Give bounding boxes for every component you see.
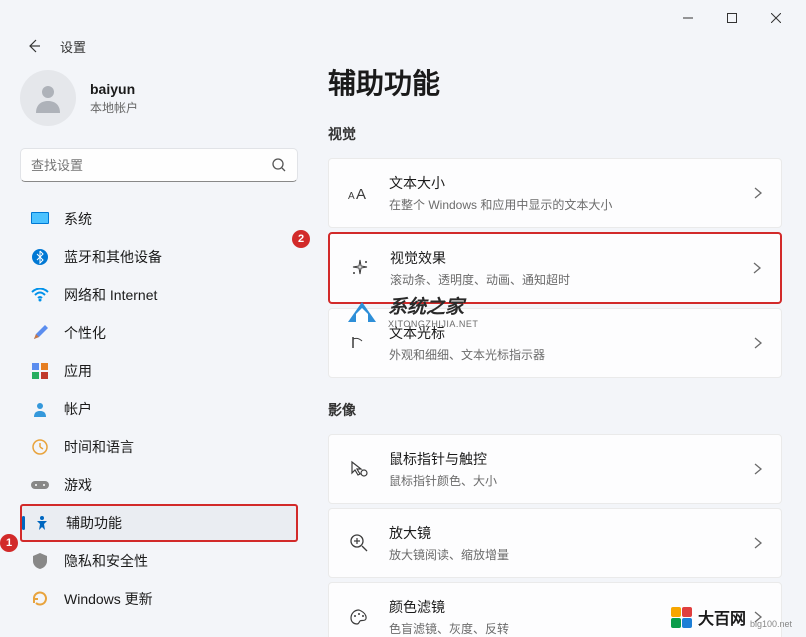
maximize-button[interactable]	[710, 3, 754, 33]
card-mouse-pointer[interactable]: 鼠标指针与触控 鼠标指针颜色、大小	[328, 434, 782, 504]
close-button[interactable]	[754, 3, 798, 33]
app-title: 设置	[60, 37, 86, 56]
sidebar-item-accessibility[interactable]: 辅助功能	[20, 504, 298, 542]
chevron-right-icon	[751, 186, 765, 200]
nav-label: 游戏	[64, 475, 92, 495]
text-size-icon: AA	[345, 179, 373, 207]
page-title: 辅助功能	[328, 62, 782, 102]
mouse-icon	[345, 455, 373, 483]
card-title: 视觉效果	[390, 248, 750, 268]
nav-label: 系统	[64, 209, 92, 229]
footer-logo: 大百网 big100.net	[671, 605, 792, 629]
chevron-right-icon	[751, 462, 765, 476]
sidebar-item-bluetooth[interactable]: 蓝牙和其他设备	[20, 238, 298, 276]
system-icon	[30, 209, 50, 229]
nav-list: 系统 蓝牙和其他设备 网络和 Internet 个性化 应用 帐户	[20, 200, 298, 637]
user-type: 本地帐户	[90, 99, 138, 116]
bluetooth-icon	[30, 247, 50, 267]
sidebar-item-privacy[interactable]: 隐私和安全性	[20, 542, 298, 580]
section-image: 影像	[328, 400, 782, 420]
sidebar-item-update[interactable]: Windows 更新	[20, 580, 298, 618]
apps-icon	[30, 361, 50, 381]
nav-label: 隐私和安全性	[64, 551, 148, 571]
card-desc: 外观和细细、文本光标指示器	[389, 346, 751, 363]
nav-label: 辅助功能	[66, 513, 122, 533]
annotation-badge-2: 2	[292, 230, 310, 248]
card-text-cursor[interactable]: 文本光标 外观和细细、文本光标指示器	[328, 308, 782, 378]
card-visual-effects[interactable]: 视觉效果 滚动条、透明度、动画、通知超时	[328, 232, 782, 304]
svg-text:A: A	[356, 186, 366, 201]
minimize-button[interactable]	[666, 3, 710, 33]
palette-icon	[345, 603, 373, 631]
footer-url: big100.net	[750, 619, 792, 629]
sidebar: 1 2 baiyun 本地帐户 系统 蓝牙和其他设备	[0, 56, 310, 637]
card-title: 鼠标指针与触控	[389, 449, 751, 469]
card-magnifier[interactable]: 放大镜 放大镜阅读、缩放增量	[328, 508, 782, 578]
svg-text:A: A	[348, 191, 355, 201]
gamepad-icon	[30, 475, 50, 495]
titlebar	[0, 0, 806, 36]
card-text-size[interactable]: AA 文本大小 在整个 Windows 和应用中显示的文本大小	[328, 158, 782, 228]
footer-text: 大百网	[698, 605, 746, 629]
sidebar-item-network[interactable]: 网络和 Internet	[20, 276, 298, 314]
nav-label: 蓝牙和其他设备	[64, 247, 162, 267]
card-desc: 在整个 Windows 和应用中显示的文本大小	[389, 196, 751, 213]
sidebar-item-apps[interactable]: 应用	[20, 352, 298, 390]
clock-icon	[30, 437, 50, 457]
app-header: 设置	[0, 36, 806, 56]
nav-label: 网络和 Internet	[64, 285, 157, 305]
search-box[interactable]	[20, 148, 298, 182]
nav-label: 个性化	[64, 323, 106, 343]
magnifier-icon	[345, 529, 373, 557]
sidebar-item-accounts[interactable]: 帐户	[20, 390, 298, 428]
shield-icon	[30, 551, 50, 571]
sidebar-item-personalization[interactable]: 个性化	[20, 314, 298, 352]
card-desc: 滚动条、透明度、动画、通知超时	[390, 271, 750, 288]
nav-label: Windows 更新	[64, 589, 153, 609]
cursor-icon	[345, 329, 373, 357]
chevron-right-icon	[751, 536, 765, 550]
brush-icon	[30, 323, 50, 343]
user-info[interactable]: baiyun 本地帐户	[20, 70, 298, 126]
accessibility-icon	[32, 513, 52, 533]
card-title: 文本光标	[389, 323, 751, 343]
card-desc: 鼠标指针颜色、大小	[389, 472, 751, 489]
content-area: 辅助功能 视觉 AA 文本大小 在整个 Windows 和应用中显示的文本大小 …	[310, 56, 806, 637]
annotation-badge-1: 1	[0, 534, 18, 552]
sidebar-item-time[interactable]: 时间和语言	[20, 428, 298, 466]
card-title: 放大镜	[389, 523, 751, 543]
sparkle-icon	[346, 254, 374, 282]
footer-logo-icon	[671, 607, 692, 628]
user-name: baiyun	[90, 81, 138, 97]
nav-label: 帐户	[64, 399, 92, 419]
section-visual: 视觉	[328, 124, 782, 144]
chevron-right-icon	[751, 336, 765, 350]
search-icon	[271, 157, 287, 173]
nav-label: 时间和语言	[64, 437, 134, 457]
sidebar-item-system[interactable]: 系统	[20, 200, 298, 238]
person-icon	[30, 399, 50, 419]
avatar	[20, 70, 76, 126]
wifi-icon	[30, 285, 50, 305]
card-desc: 放大镜阅读、缩放增量	[389, 546, 751, 563]
nav-label: 应用	[64, 361, 92, 381]
search-input[interactable]	[31, 158, 271, 173]
chevron-right-icon	[750, 261, 764, 275]
update-icon	[30, 589, 50, 609]
card-title: 文本大小	[389, 173, 751, 193]
sidebar-item-gaming[interactable]: 游戏	[20, 466, 298, 504]
